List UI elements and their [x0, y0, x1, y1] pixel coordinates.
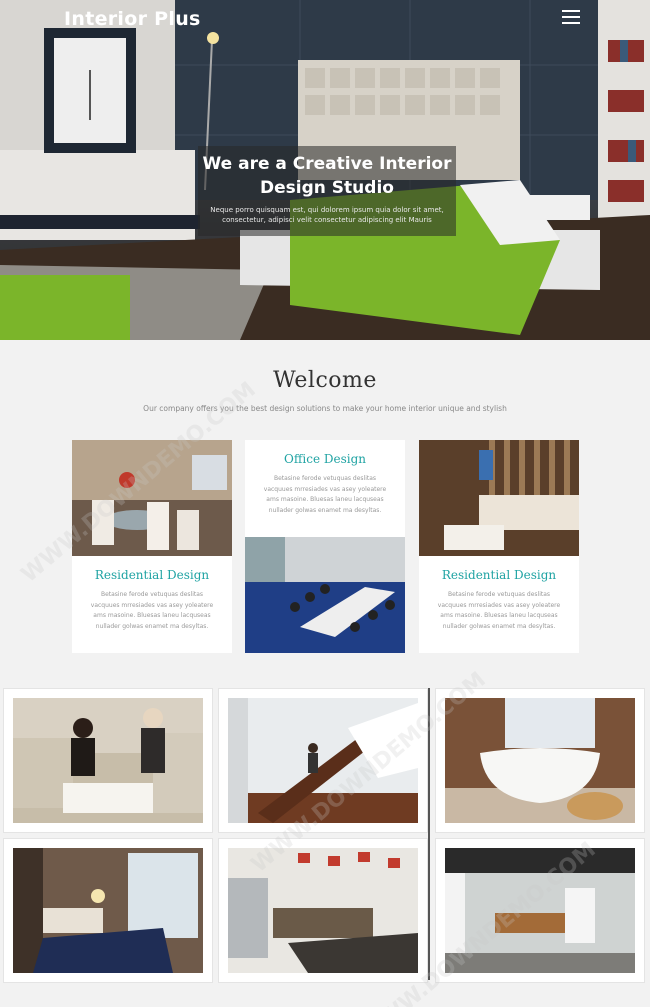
kitchen-photo — [228, 848, 418, 973]
residential-photo-2[interactable] — [419, 440, 579, 556]
card-text: Betasine ferode vetuquas deslitas vacquu… — [90, 591, 214, 630]
staircase-photo — [228, 698, 418, 823]
hero-banner: Interior Plus We are a Creative Interior… — [0, 0, 650, 340]
card-text: Betasine ferode vetuquas deslitas vacquu… — [263, 475, 387, 514]
office-hall-photo — [445, 848, 635, 973]
welcome-subtitle: Our company offers you the best design s… — [143, 404, 507, 413]
card-title[interactable]: Residential Design — [72, 568, 232, 582]
gallery-item[interactable] — [218, 688, 428, 833]
gallery-item[interactable] — [218, 838, 428, 983]
card-office: Office Design Betasine ferode vetuquas d… — [245, 440, 405, 537]
hero-text: Neque porro quisquam est, qui dolorem ip… — [210, 206, 444, 224]
hero-caption: We are a Creative Interior Design Studio… — [198, 146, 456, 236]
office-photo[interactable] — [245, 537, 405, 653]
hamburger-menu-icon[interactable] — [562, 10, 580, 24]
welcome-title: Welcome — [273, 368, 377, 393]
card-residential-2: Residential Design Betasine ferode vetuq… — [419, 556, 579, 653]
brand-logo[interactable]: Interior Plus — [64, 8, 201, 30]
card-title[interactable]: Residential Design — [419, 568, 579, 582]
residential-photo-1[interactable] — [72, 440, 232, 556]
hero-title-line1: We are a Creative Interior — [202, 154, 452, 174]
living-room-photo — [13, 698, 203, 823]
bathtub-photo — [445, 698, 635, 823]
card-text: Betasine ferode vetuquas deslitas vacquu… — [437, 591, 561, 630]
hero-title-line2: Design Studio — [260, 178, 394, 198]
gallery-item[interactable] — [435, 838, 645, 983]
gallery-divider — [428, 688, 430, 980]
bedroom-photo — [13, 848, 203, 973]
gallery-item[interactable] — [435, 688, 645, 833]
card-residential-1: Residential Design Betasine ferode vetuq… — [72, 556, 232, 653]
card-title[interactable]: Office Design — [245, 452, 405, 466]
gallery-item[interactable] — [3, 688, 213, 833]
gallery-item[interactable] — [3, 838, 213, 983]
